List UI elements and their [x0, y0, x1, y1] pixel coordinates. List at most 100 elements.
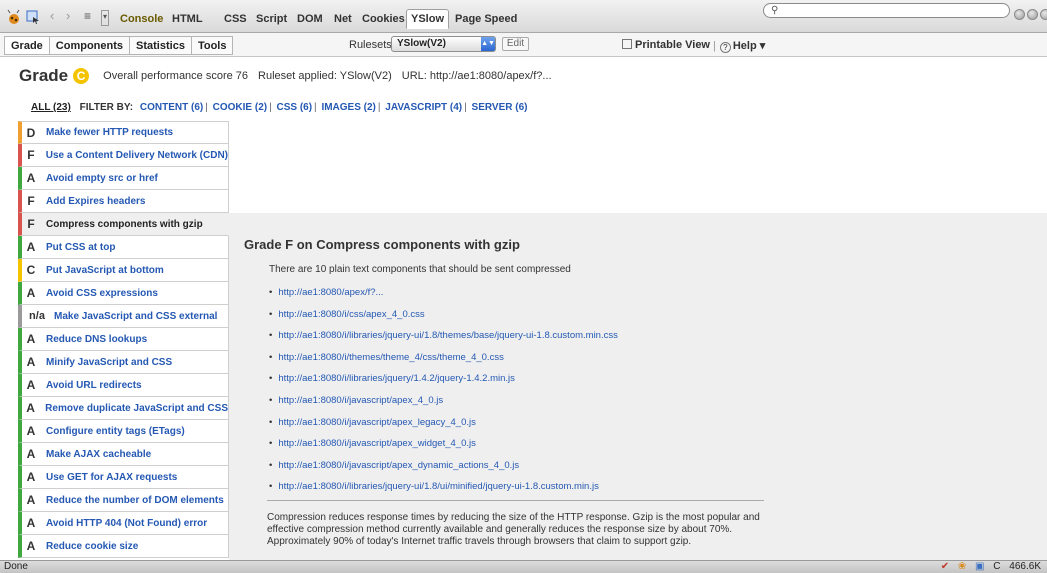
- filter-css[interactable]: CSS (6): [276, 102, 312, 113]
- forward-icon[interactable]: ›: [66, 9, 82, 27]
- rule-item[interactable]: A Avoid URL redirects: [18, 374, 229, 397]
- component-item: • http://ae1:8080/i/libraries/jquery/1.4.…: [269, 368, 618, 390]
- tab-html[interactable]: HTML: [172, 12, 203, 26]
- rule-grade: F: [27, 148, 35, 162]
- tab-console[interactable]: Console: [120, 12, 163, 26]
- grade-header: Grade C Overall performance score 76 Rul…: [19, 64, 552, 88]
- rule-item[interactable]: C Put JavaScript at bottom: [18, 259, 229, 282]
- firebug-icon[interactable]: [6, 9, 22, 25]
- component-link[interactable]: http://ae1:8080/i/libraries/jquery-ui/1.…: [278, 330, 618, 341]
- tab-net[interactable]: Net: [334, 12, 352, 26]
- help-menu[interactable]: |? Help ▾: [713, 39, 765, 53]
- tab-script[interactable]: Script: [256, 12, 287, 26]
- page-url: URL: http://ae1:8080/apex/f?...: [401, 70, 552, 82]
- tab-yslow[interactable]: YSlow: [406, 9, 450, 29]
- edit-ruleset-button[interactable]: Edit: [502, 37, 529, 51]
- search-input[interactable]: ⚲: [763, 3, 1010, 18]
- rule-label: Reduce DNS lookups: [46, 333, 148, 345]
- component-link[interactable]: http://ae1:8080/i/themes/theme_4/css/the…: [278, 352, 504, 363]
- component-link[interactable]: http://ae1:8080/i/css/apex_4_0.css: [278, 309, 424, 320]
- rule-label: Minify JavaScript and CSS: [46, 356, 173, 368]
- filter-all[interactable]: ALL (23): [31, 102, 71, 113]
- close-window-icon[interactable]: [1040, 9, 1047, 20]
- component-link[interactable]: http://ae1:8080/i/javascript/apex_legacy…: [278, 417, 476, 428]
- tab-css[interactable]: CSS: [224, 12, 247, 26]
- rule-item[interactable]: A Make AJAX cacheable: [18, 443, 229, 466]
- rule-grade: A: [26, 286, 36, 300]
- rule-item[interactable]: A Reduce the number of DOM elements: [18, 489, 229, 512]
- filter-by-label: FILTER BY:: [79, 102, 134, 113]
- rule-item[interactable]: F Use a Content Delivery Network (CDN): [18, 144, 229, 167]
- status-page-size[interactable]: 466.6K: [1009, 561, 1041, 572]
- component-link[interactable]: http://ae1:8080/i/libraries/jquery-ui/1.…: [278, 481, 599, 492]
- bullet-icon: •: [269, 438, 273, 450]
- rule-item[interactable]: A Put CSS at top: [18, 236, 229, 259]
- rule-grade: A: [26, 401, 35, 415]
- rule-item[interactable]: A Use GET for AJAX requests: [18, 466, 229, 489]
- rule-item[interactable]: A Remove duplicate JavaScript and CSS: [18, 397, 229, 420]
- rule-item[interactable]: A Minify JavaScript and CSS: [18, 351, 229, 374]
- ruleset-value: YSlow(V2): [397, 38, 446, 49]
- detach-window-icon[interactable]: [1027, 9, 1038, 20]
- filter-server[interactable]: SERVER (6): [472, 102, 528, 113]
- inspect-icon[interactable]: [25, 9, 41, 25]
- filter-cookie[interactable]: COOKIE (2): [213, 102, 267, 113]
- ruleset-applied: Ruleset applied: YSlow(V2): [258, 70, 392, 82]
- minimize-window-icon[interactable]: [1014, 9, 1025, 20]
- tab-tools[interactable]: Tools: [191, 36, 234, 55]
- divider: [267, 500, 764, 501]
- filter-content[interactable]: CONTENT (6): [140, 102, 203, 113]
- component-link[interactable]: http://ae1:8080/i/javascript/apex_dynami…: [278, 460, 519, 471]
- printable-view-link[interactable]: Printable View: [622, 39, 710, 51]
- rule-list: D Make fewer HTTP requests F Use a Content …: [18, 121, 229, 558]
- component-link[interactable]: http://ae1:8080/i/libraries/jquery/1.4.2…: [278, 373, 515, 384]
- firebug-status-icon[interactable]: ❀: [958, 561, 966, 572]
- yslow-status-icon[interactable]: ▣: [975, 561, 984, 572]
- yslow-tabs: Grade Components Statistics Tools: [4, 36, 234, 55]
- rule-item[interactable]: D Make fewer HTTP requests: [18, 121, 229, 144]
- component-item: • http://ae1:8080/apex/f?...: [269, 282, 618, 304]
- checkmark-icon[interactable]: ✔: [941, 561, 949, 572]
- dropdown-arrow-icon[interactable]: ▾: [101, 10, 109, 26]
- rule-item[interactable]: F Compress components with gzip: [18, 213, 229, 236]
- rule-grade: A: [26, 378, 36, 392]
- rule-item[interactable]: A Avoid HTTP 404 (Not Found) error: [18, 512, 229, 535]
- filter-javascript[interactable]: JAVASCRIPT (4): [385, 102, 462, 113]
- component-item: • http://ae1:8080/i/javascript/apex_legac…: [269, 412, 618, 434]
- rule-label: Avoid URL redirects: [46, 379, 142, 391]
- tab-page-speed[interactable]: Page Speed: [455, 12, 517, 26]
- rule-label: Make fewer HTTP requests: [46, 127, 174, 138]
- component-link[interactable]: http://ae1:8080/i/javascript/apex_widget…: [278, 438, 476, 449]
- rule-label: Use a Content Delivery Network (CDN): [45, 149, 228, 161]
- rule-item[interactable]: F Add Expires headers: [18, 190, 229, 213]
- rule-label: Put CSS at top: [46, 241, 116, 253]
- tab-components[interactable]: Components: [49, 36, 131, 55]
- component-link[interactable]: http://ae1:8080/apex/f?...: [278, 287, 383, 298]
- tab-grade[interactable]: Grade: [4, 36, 50, 55]
- rule-grade: n/a: [29, 310, 45, 322]
- tab-cookies[interactable]: Cookies: [362, 12, 405, 26]
- overall-score: Overall performance score 76: [103, 70, 249, 82]
- print-icon: [622, 39, 632, 49]
- rule-item[interactable]: A Reduce cookie size: [18, 535, 229, 558]
- help-icon: ?: [719, 42, 731, 53]
- tab-statistics[interactable]: Statistics: [130, 36, 192, 55]
- panel-menu-icon[interactable]: ≡: [84, 10, 100, 26]
- rule-grade: A: [26, 424, 36, 438]
- rule-item[interactable]: A Configure entity tags (ETags): [18, 420, 229, 443]
- rulesets-label: Rulesets: [349, 39, 392, 51]
- rule-item[interactable]: A Avoid empty src or href: [18, 167, 229, 190]
- filter-images[interactable]: IMAGES (2): [321, 102, 375, 113]
- rule-item[interactable]: A Avoid CSS expressions: [18, 282, 229, 305]
- back-icon[interactable]: ‹: [50, 9, 66, 27]
- rule-item[interactable]: A Reduce DNS lookups: [18, 328, 229, 351]
- rule-label: Avoid CSS expressions: [46, 287, 158, 299]
- rule-grade: F: [27, 217, 35, 231]
- ruleset-select[interactable]: YSlow(V2) ▲▼: [391, 36, 496, 52]
- status-grade[interactable]: C: [993, 561, 1000, 572]
- component-item: • http://ae1:8080/i/libraries/jquery-ui/1…: [269, 476, 618, 498]
- rule-item[interactable]: n/a Make JavaScript and CSS external: [18, 305, 229, 328]
- rule-grade: D: [26, 125, 36, 140]
- tab-dom[interactable]: DOM: [297, 12, 323, 26]
- component-link[interactable]: http://ae1:8080/i/javascript/apex_4_0.js: [278, 395, 443, 406]
